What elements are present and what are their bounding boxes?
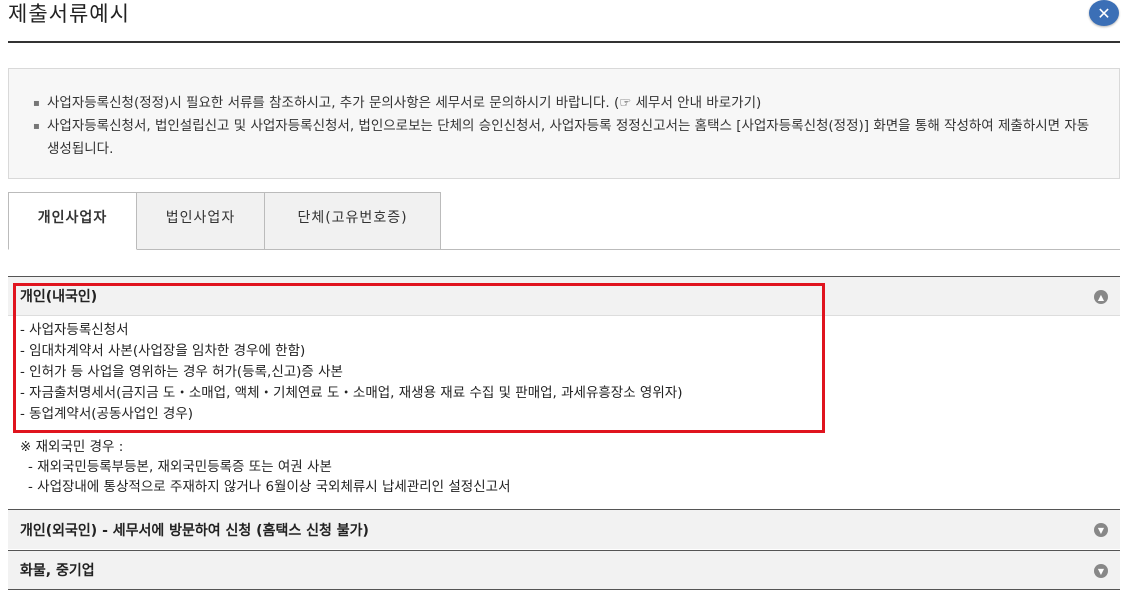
chevron-down-icon: ▼	[1094, 564, 1108, 578]
tab-bar: 개인사업자 법인사업자 단체(고유번호증)	[8, 192, 1120, 250]
notice-text: 사업자등록신청(정정)시 필요한 서류를 참조하시고, 추가 문의사항은 세무서…	[47, 95, 620, 111]
bullet-icon: ▪	[33, 121, 40, 132]
note-title: ※ 재외국민 경우 :	[20, 439, 124, 455]
chevron-down-icon: ▼	[1094, 523, 1108, 537]
chevron-up-icon: ▲	[1094, 290, 1108, 304]
notice-box: ▪ 사업자등록신청(정정)시 필요한 서류를 참조하시고, 추가 문의사항은 세…	[8, 68, 1120, 179]
close-button[interactable]: ✕	[1089, 0, 1119, 26]
notice-item: ▪ 사업자등록신청(정정)시 필요한 서류를 참조하시고, 추가 문의사항은 세…	[33, 92, 1095, 115]
highlight-box	[13, 283, 825, 433]
page-title: 제출서류예시	[8, 2, 130, 26]
tab-individual-business[interactable]: 개인사업자	[8, 192, 137, 250]
notice-text: 사업자등록신청서, 법인설립신고 및 사업자등록신청서, 법인으로보는 단체의 …	[47, 118, 1090, 157]
list-item: - 사업장내에 통상적으로 주재하지 않거나 6월이상 국외체류시 납세관리인 …	[28, 479, 511, 495]
close-icon: ✕	[1097, 3, 1111, 23]
list-item: - 재외국민등록부등본, 재외국민등록증 또는 여권 사본	[28, 459, 332, 475]
title-divider	[8, 41, 1120, 43]
section-header[interactable]: 화물, 중기업 ▼	[8, 550, 1120, 590]
section-title: 화물, 중기업	[20, 563, 95, 579]
section-cargo-heavy-equipment: 화물, 중기업 ▼	[8, 550, 1120, 590]
bullet-icon: ▪	[33, 98, 40, 109]
tax-office-guide-link[interactable]: ☞ 세무서 안내 바로가기	[619, 95, 756, 111]
overseas-korean-note: ※ 재외국민 경우 : - 재외국민등록부등본, 재외국민등록증 또는 여권 사…	[20, 437, 1108, 497]
notice-text-tail: )	[756, 95, 762, 111]
tab-organization[interactable]: 단체(고유번호증)	[264, 192, 441, 250]
section-header[interactable]: 개인(외국인) - 세무서에 방문하여 신청 (홈택스 신청 불가) ▼	[8, 509, 1120, 549]
notice-item: ▪ 사업자등록신청서, 법인설립신고 및 사업자등록신청서, 법인으로보는 단체…	[33, 115, 1095, 161]
section-title: 개인(외국인) - 세무서에 방문하여 신청 (홈택스 신청 불가)	[20, 522, 369, 539]
section-individual-foreign: 개인(외국인) - 세무서에 방문하여 신청 (홈택스 신청 불가) ▼	[8, 509, 1120, 549]
tab-corporate-business[interactable]: 법인사업자	[136, 192, 265, 250]
